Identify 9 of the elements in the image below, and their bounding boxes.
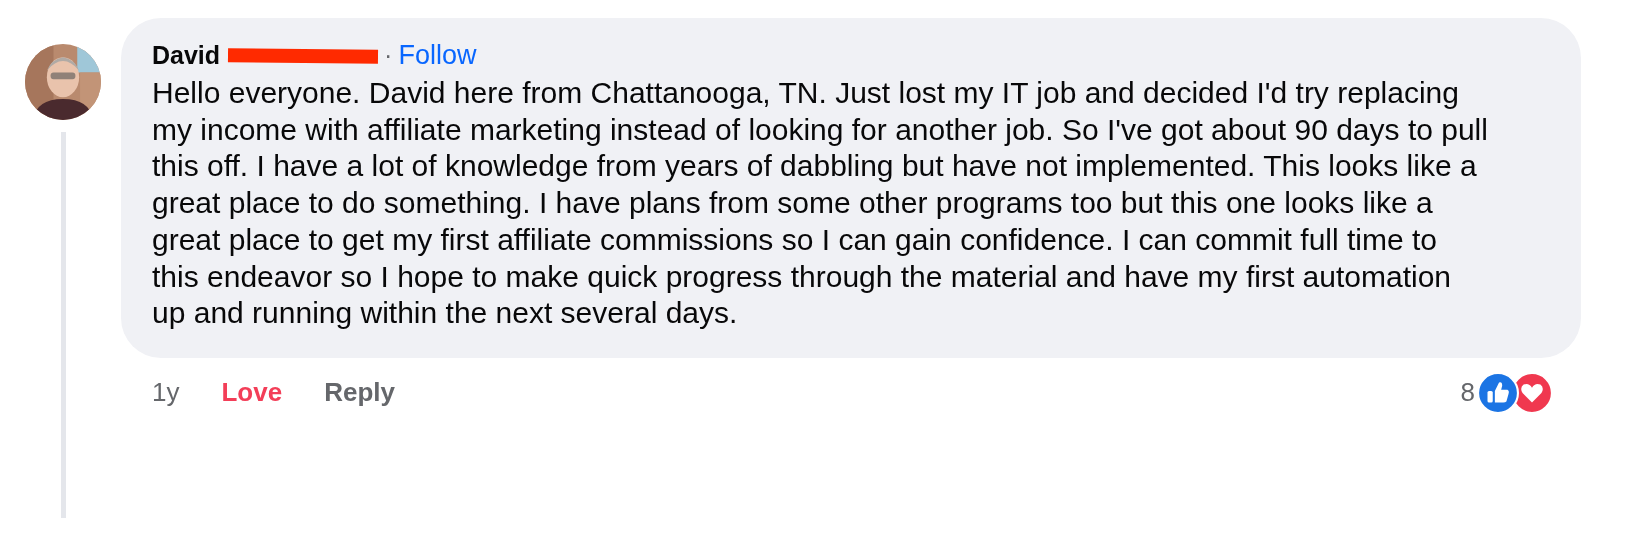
like-icon	[1477, 371, 1519, 414]
love-link[interactable]: Love	[221, 377, 283, 409]
comment-text: Hello everyone. David here from Chattanooga, TN. Just lost my IT job and decided I'd try replacing my income with affiliate marketing instead of looking for another job. So I've got about 90 days to pull this off. I have a lot of knowledge from years of dabbling but have not implemented. This looks like a great place to do something. I have plans from some other programs too but this one looks like a great place to get my first affiliate commissions so I can gain confidence. I can commit full time to this endeavor so I hope to make quick progress through the material and have my first automation up and running within the next several days.	[152, 75, 1489, 332]
author-name[interactable]: David	[152, 41, 221, 70]
timestamp[interactable]: 1y	[152, 377, 180, 409]
follow-link[interactable]: Follow	[398, 40, 477, 71]
reply-link[interactable]: Reply	[324, 377, 395, 409]
separator-dot: ·	[384, 41, 393, 70]
reaction-count[interactable]: 8	[1460, 377, 1475, 409]
